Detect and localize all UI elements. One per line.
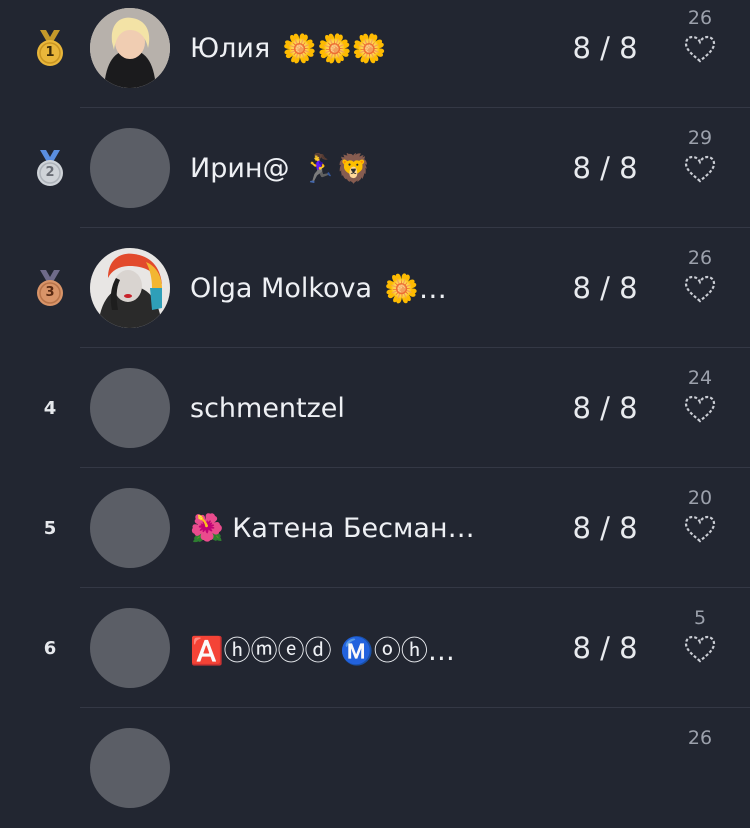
- score: 8 / 8: [572, 511, 638, 545]
- leaderboard-row[interactable]: 1 Юлия 🌼🌼🌼 8 / 8 26: [0, 0, 750, 108]
- player-name: Юлия 🌼🌼🌼: [190, 28, 520, 68]
- silver-medal-icon: 2: [30, 148, 70, 188]
- leaderboard-row[interactable]: 26: [0, 708, 750, 828]
- gold-medal-icon: 1: [30, 28, 70, 68]
- heart-outline-icon[interactable]: [683, 514, 717, 544]
- player-name-text: 🌺 Катена Бесман…: [190, 513, 475, 544]
- heart-outline-icon[interactable]: [683, 274, 717, 304]
- rank-badge: 4: [30, 388, 70, 428]
- rank-badge: 1: [30, 28, 70, 68]
- heart-outline-icon[interactable]: [683, 154, 717, 184]
- like-count: 26: [687, 727, 713, 749]
- player-name: 🌺 Катена Бесман…: [190, 508, 520, 548]
- player-name: Olga Molkova 🌼…: [190, 268, 520, 308]
- like-count: 5: [693, 607, 707, 629]
- heart-outline-icon[interactable]: [683, 634, 717, 664]
- rank-badge: 2: [30, 148, 70, 188]
- rank-number: 1: [45, 45, 55, 60]
- rank-badge: 6: [30, 628, 70, 668]
- rank-number: 3: [45, 285, 55, 300]
- like-count: 26: [687, 247, 713, 269]
- avatar[interactable]: [90, 608, 170, 688]
- like-control[interactable]: 26: [674, 246, 726, 304]
- rank-number: 2: [45, 165, 55, 180]
- like-count: 20: [687, 487, 713, 509]
- like-control[interactable]: 5: [674, 606, 726, 664]
- rank-badge: 3: [30, 268, 70, 308]
- player-name-text: Ирин@: [190, 152, 290, 184]
- score: 8 / 8: [572, 31, 638, 65]
- like-count: 29: [687, 127, 713, 149]
- rank-number: 6: [43, 637, 57, 659]
- avatar[interactable]: [90, 248, 170, 328]
- heart-outline-icon[interactable]: [683, 34, 717, 64]
- like-control[interactable]: 26: [674, 6, 726, 64]
- avatar[interactable]: [90, 488, 170, 568]
- like-count: 26: [687, 7, 713, 29]
- leaderboard-row[interactable]: 3 Olga Molkova 🌼… 8 / 8 26: [0, 228, 750, 348]
- like-control[interactable]: 26: [674, 726, 726, 750]
- like-control[interactable]: 24: [674, 366, 726, 424]
- leaderboard-row[interactable]: 5 🌺 Катена Бесман… 8 / 8 20: [0, 468, 750, 588]
- player-name: 🅰️ⓗⓜⓔⓓ Ⓜ️ⓞⓗ…: [190, 628, 520, 668]
- like-control[interactable]: 20: [674, 486, 726, 544]
- avatar[interactable]: [90, 8, 170, 88]
- leaderboard-row[interactable]: 4 schmentzel 8 / 8 24: [0, 348, 750, 468]
- name-emoji: 🌼…: [384, 271, 447, 305]
- avatar[interactable]: [90, 128, 170, 208]
- rank-number: 4: [43, 397, 57, 419]
- player-name-text: 🅰️ⓗⓜⓔⓓ Ⓜ️ⓞⓗ…: [190, 635, 455, 667]
- heart-outline-icon[interactable]: [683, 394, 717, 424]
- name-emoji: 🌼🌼🌼: [282, 31, 387, 65]
- avatar[interactable]: [90, 368, 170, 448]
- bronze-medal-icon: 3: [30, 268, 70, 308]
- rank-badge: 5: [30, 508, 70, 548]
- leaderboard-list: 1 Юлия 🌼🌼🌼 8 / 8 26: [0, 0, 750, 808]
- player-name-text: Olga Molkova: [190, 272, 373, 304]
- like-count: 24: [687, 367, 713, 389]
- like-control[interactable]: 29: [674, 126, 726, 184]
- player-name-text: schmentzel: [190, 392, 345, 424]
- player-name: Ирин@ 🏃‍♀️🦁: [190, 148, 520, 188]
- player-name-text: Юлия: [190, 32, 271, 64]
- leaderboard-row[interactable]: 6 🅰️ⓗⓜⓔⓓ Ⓜ️ⓞⓗ… 8 / 8 5: [0, 588, 750, 708]
- name-emoji: 🏃‍♀️🦁: [301, 151, 372, 185]
- player-name: schmentzel: [190, 388, 520, 428]
- score: 8 / 8: [572, 271, 638, 305]
- score: 8 / 8: [572, 631, 638, 665]
- rank-number: 5: [43, 517, 57, 539]
- leaderboard-row[interactable]: 2 Ирин@ 🏃‍♀️🦁 8 / 8 29: [0, 108, 750, 228]
- avatar[interactable]: [90, 728, 170, 808]
- score: 8 / 8: [572, 391, 638, 425]
- score: 8 / 8: [572, 151, 638, 185]
